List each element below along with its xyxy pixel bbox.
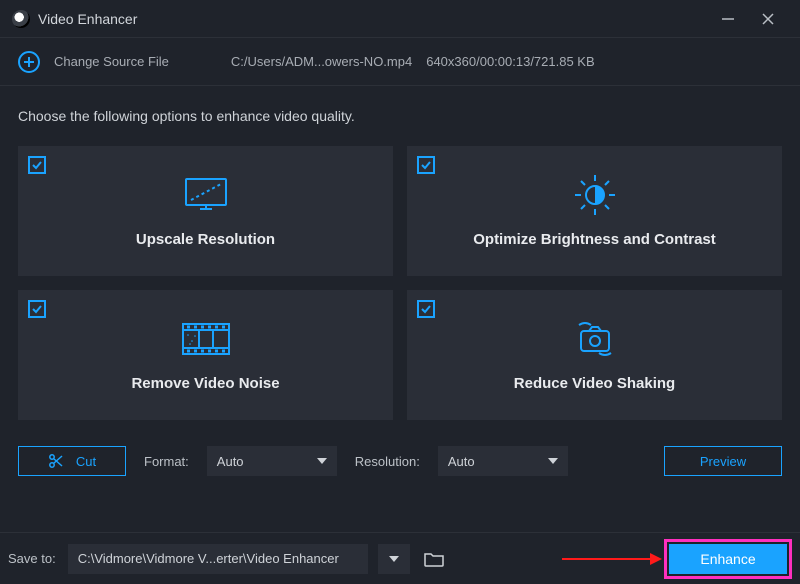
checkbox-upscale[interactable] (28, 156, 46, 174)
resolution-select[interactable]: Auto (438, 446, 568, 476)
folder-icon (424, 551, 444, 567)
check-icon (31, 159, 43, 171)
format-value: Auto (217, 454, 244, 469)
card-reduce-shaking[interactable]: Reduce Video Shaking (407, 290, 782, 420)
source-file-info: 640x360/00:00:13/721.85 KB (426, 54, 594, 69)
enhance-button[interactable]: Enhance (669, 544, 787, 574)
minimize-button[interactable] (708, 0, 748, 38)
option-cards: Upscale Resolution (18, 146, 782, 420)
checkbox-brightness[interactable] (417, 156, 435, 174)
card-upscale-resolution[interactable]: Upscale Resolution (18, 146, 393, 276)
close-button[interactable] (748, 0, 788, 38)
open-folder-button[interactable] (420, 544, 448, 574)
format-select[interactable]: Auto (207, 446, 337, 476)
scissors-icon (48, 453, 64, 469)
resolution-label: Resolution: (355, 454, 420, 469)
source-bar: Change Source File C:/Users/ADM...owers-… (0, 38, 800, 86)
plus-icon (23, 56, 35, 68)
annotation-arrow-icon (562, 549, 662, 569)
save-to-label: Save to: (8, 551, 56, 566)
source-file-path: C:/Users/ADM...owers-NO.mp4 (231, 54, 412, 69)
card-remove-noise[interactable]: Remove Video Noise (18, 290, 393, 420)
change-source-label[interactable]: Change Source File (54, 54, 169, 69)
enhance-label: Enhance (700, 551, 755, 567)
filmstrip-icon (181, 319, 231, 359)
checkbox-noise[interactable] (28, 300, 46, 318)
controls-row: Cut Format: Auto Resolution: Auto Previe… (18, 446, 782, 476)
caret-down-icon (389, 554, 399, 564)
check-icon (420, 159, 432, 171)
camera-shake-icon (565, 319, 625, 359)
checkbox-shaking[interactable] (417, 300, 435, 318)
card-optimize-brightness[interactable]: Optimize Brightness and Contrast (407, 146, 782, 276)
annotation-highlight: Enhance (664, 539, 792, 579)
card-title: Optimize Brightness and Contrast (473, 231, 716, 248)
preview-label: Preview (700, 454, 746, 469)
footer: Save to: C:\Vidmore\Vidmore V...erter\Vi… (0, 532, 800, 584)
format-label: Format: (144, 454, 189, 469)
card-title: Upscale Resolution (136, 231, 275, 248)
brightness-icon (572, 175, 618, 215)
titlebar: Video Enhancer (0, 0, 800, 38)
resolution-value: Auto (448, 454, 475, 469)
cut-label: Cut (76, 454, 96, 469)
monitor-icon (183, 175, 229, 215)
cut-button[interactable]: Cut (18, 446, 126, 476)
caret-down-icon (548, 456, 558, 466)
minimize-icon (720, 11, 736, 27)
caret-down-icon (317, 456, 327, 466)
save-path-field[interactable]: C:\Vidmore\Vidmore V...erter\Video Enhan… (68, 544, 368, 574)
card-title: Reduce Video Shaking (514, 375, 675, 392)
change-source-button[interactable] (18, 51, 40, 73)
check-icon (31, 303, 43, 315)
preview-button[interactable]: Preview (664, 446, 782, 476)
card-title: Remove Video Noise (131, 375, 279, 392)
check-icon (420, 303, 432, 315)
save-path-value: C:\Vidmore\Vidmore V...erter\Video Enhan… (78, 551, 339, 566)
close-icon (760, 11, 776, 27)
instruction-text: Choose the following options to enhance … (18, 108, 782, 124)
app-icon (12, 10, 30, 28)
app-title: Video Enhancer (38, 11, 137, 27)
save-path-dropdown[interactable] (378, 544, 410, 574)
main-content: Choose the following options to enhance … (0, 86, 800, 532)
